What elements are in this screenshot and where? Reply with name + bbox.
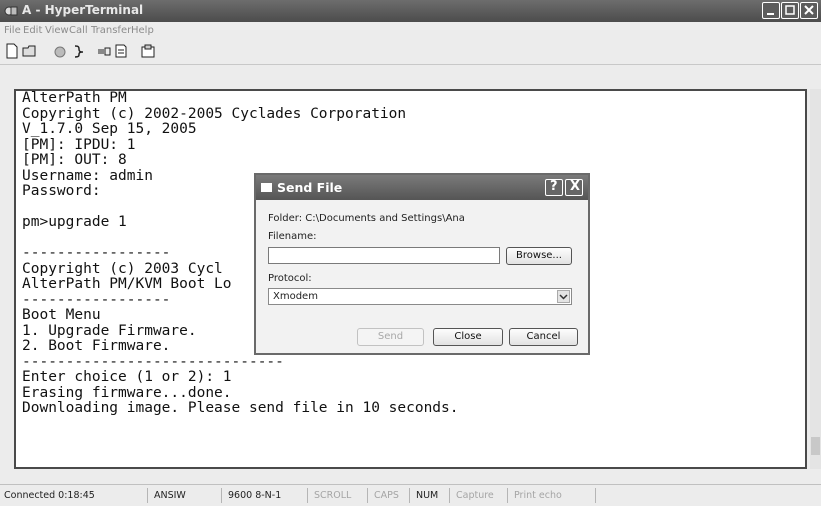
menu-view[interactable]: View (45, 25, 69, 36)
send-button[interactable]: Send (357, 328, 424, 346)
menu-help[interactable]: Help (131, 25, 154, 36)
scrollbar-thumb[interactable] (811, 437, 820, 455)
properties-icon[interactable] (140, 43, 156, 59)
menu-file[interactable]: File (4, 25, 21, 36)
dialog-title: Send File (277, 180, 343, 195)
status-bar: Connected 0:18:45 ANSIW 9600 8-N-1 SCROL… (0, 484, 821, 506)
dropdown-button[interactable] (557, 290, 570, 303)
menu-bar: File Edit View Call Transfer Help (0, 22, 821, 39)
cancel-button[interactable]: Cancel (509, 328, 578, 346)
hyperterminal-icon (4, 6, 18, 16)
status-settings: 9600 8-N-1 (224, 488, 308, 503)
send-receive-icon[interactable] (96, 43, 112, 59)
filename-label: Filename: (268, 231, 317, 242)
vertical-scrollbar[interactable] (810, 89, 821, 469)
dialog-title-bar: Send File ? X (256, 175, 588, 200)
capture-icon[interactable] (113, 43, 129, 59)
folder-path: Folder: C:\Documents and Settings\Ana (268, 213, 465, 224)
status-emulation: ANSIW (150, 488, 222, 503)
close-button[interactable]: Close (433, 328, 503, 346)
close-icon (804, 5, 814, 15)
minimize-icon (767, 13, 774, 15)
open-icon[interactable] (22, 43, 38, 59)
status-caps: CAPS (370, 488, 410, 503)
help-icon: ? (550, 179, 558, 194)
chevron-down-icon (559, 294, 568, 300)
title-bar: A - HyperTerminal (0, 0, 821, 22)
dialog-help-button[interactable]: ? (545, 179, 563, 196)
status-scroll: SCROLL (310, 488, 368, 503)
new-icon[interactable] (4, 43, 20, 59)
send-file-dialog: Send File ? X Folder: C:\Documents and S… (254, 173, 590, 355)
protocol-select[interactable]: Xmodem (268, 288, 572, 305)
maximize-icon (785, 5, 795, 15)
window-title: A - HyperTerminal (22, 3, 144, 17)
close-window-button[interactable] (800, 2, 818, 19)
dialog-window-icon (261, 183, 272, 192)
status-connected: Connected 0:18:45 (0, 488, 148, 503)
minimize-button[interactable] (762, 2, 780, 19)
filename-input[interactable] (268, 247, 500, 264)
status-num: NUM (412, 488, 450, 503)
status-print-echo: Print echo (510, 488, 596, 503)
close-icon: X (570, 179, 581, 194)
protocol-label: Protocol: (268, 273, 312, 284)
dial-icon[interactable] (71, 43, 87, 59)
dialog-close-button[interactable]: X (565, 179, 583, 196)
browse-button[interactable]: Browse... (506, 247, 572, 265)
menu-call[interactable]: Call (69, 25, 88, 36)
protocol-value: Xmodem (273, 291, 318, 302)
disconnect-icon[interactable] (52, 43, 68, 59)
status-capture: Capture (452, 488, 508, 503)
maximize-button[interactable] (781, 2, 799, 19)
menu-transfer[interactable]: Transfer (91, 25, 131, 36)
toolbar (0, 39, 821, 65)
menu-edit[interactable]: Edit (23, 25, 42, 36)
